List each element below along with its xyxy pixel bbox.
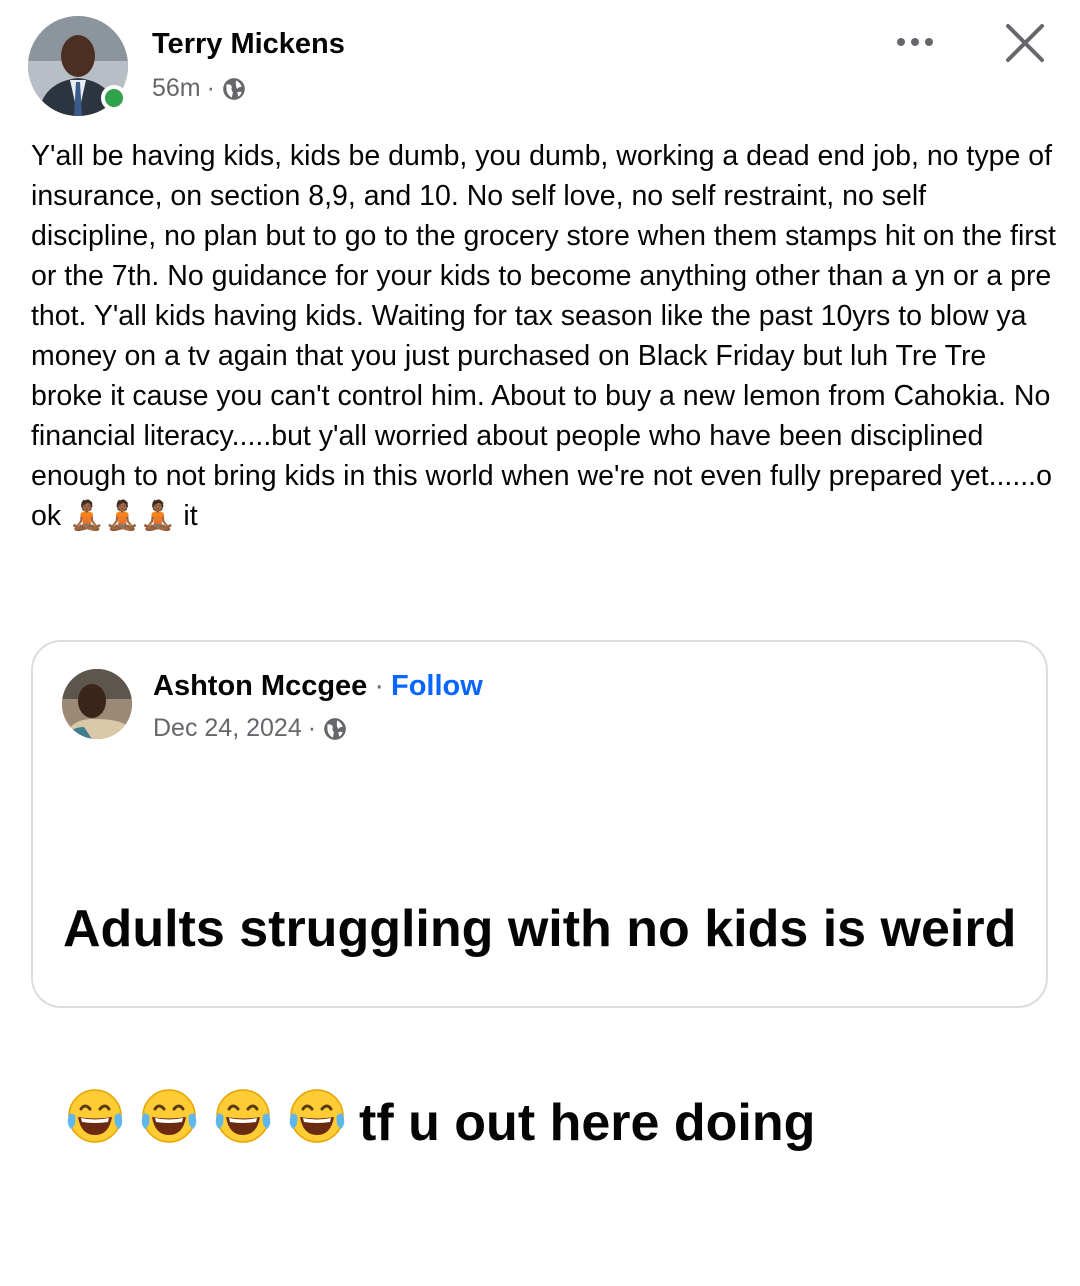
shared-post-card[interactable]: Ashton Mccgee · Follow Dec 24, 2024 · Ad… [31, 640, 1048, 1152]
shared-post-date[interactable]: Dec 24, 2024 [153, 714, 302, 743]
online-status-indicator [101, 85, 127, 111]
shared-text-line2-row: tf u out here doing [63, 1087, 1023, 1160]
shared-author-avatar[interactable] [62, 669, 132, 739]
shared-author-name[interactable]: Ashton Mccgee [153, 670, 367, 703]
more-options-icon[interactable] [890, 22, 940, 62]
laugh-emoji-group [63, 1087, 359, 1160]
post-author-name[interactable]: Terry Mickens [152, 28, 345, 61]
shared-post-text: Adults struggling with no kids is weird … [63, 772, 1023, 1286]
laughing-tears-icon [289, 1089, 345, 1143]
post-body-text: Y'all be having kids, kids be dumb, you … [31, 140, 1064, 532]
close-icon[interactable] [1000, 18, 1050, 68]
laughing-tears-icon [141, 1089, 197, 1143]
post-time[interactable]: 56m [152, 74, 201, 103]
follow-button[interactable]: Follow [391, 670, 483, 703]
globe-icon [223, 77, 245, 100]
meta-separator: · [206, 74, 215, 102]
shared-text-line1: Adults struggling with no kids is weird [63, 900, 1017, 958]
author-follow-separator: · [374, 670, 384, 702]
shared-post-meta: Dec 24, 2024 · [153, 714, 348, 743]
laughing-tears-icon [215, 1089, 271, 1143]
meta-separator: · [307, 714, 317, 742]
shared-author-row: Ashton Mccgee · Follow [153, 670, 483, 703]
globe-icon [324, 717, 346, 740]
laughing-tears-icon [67, 1089, 123, 1143]
post-meta: 56m · [152, 74, 247, 103]
post-header: Terry Mickens 56m · [0, 0, 1080, 130]
shared-text-line2: tf u out here doing [359, 1094, 816, 1152]
